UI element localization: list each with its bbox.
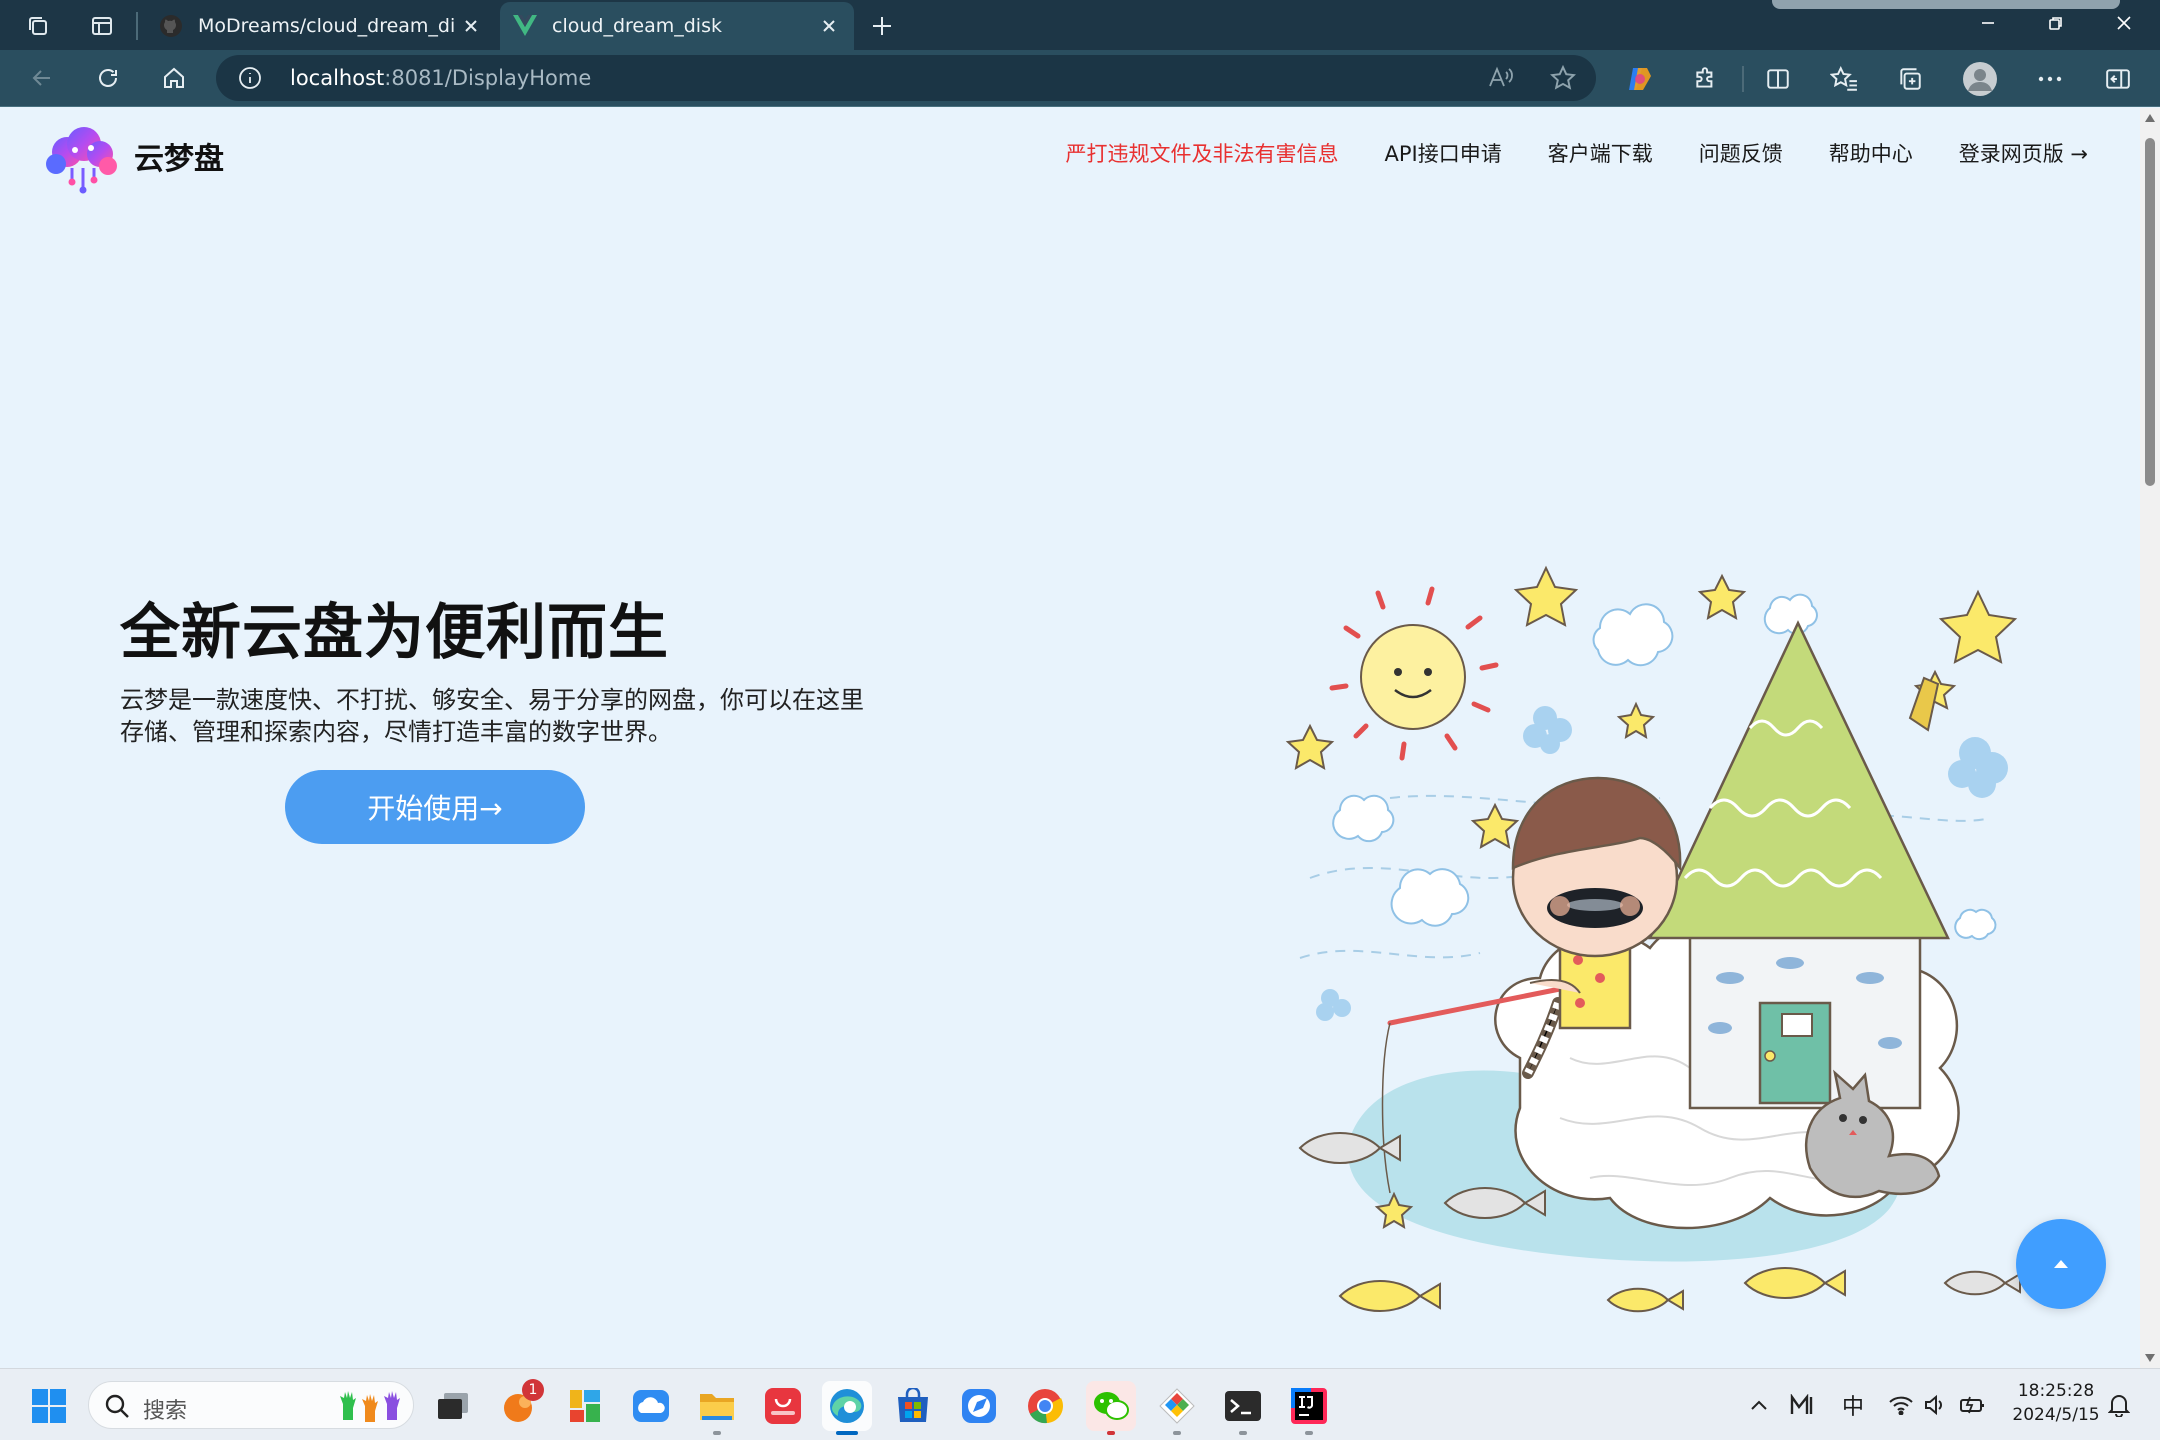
scroll-up-arrow-icon[interactable] (2144, 112, 2156, 124)
wechat-icon[interactable] (1086, 1381, 1136, 1435)
read-aloud-icon[interactable] (1486, 63, 1516, 93)
hero-description-line: 云梦是一款速度快、不打扰、够安全、易于分享的网盘，你可以在这里 (120, 686, 864, 714)
toolbar-divider (1742, 66, 1744, 92)
tab-actions-icon[interactable] (84, 8, 120, 44)
extensions-icon[interactable] (1686, 59, 1726, 99)
windows-taskbar: 搜索 1 中 18:25:28 2024/5/15 (0, 1368, 2160, 1440)
microsoft-store-icon[interactable] (888, 1381, 938, 1431)
hero-illustration (1285, 565, 2021, 1313)
clock-date: 2024/5/15 (2012, 1405, 2100, 1425)
nav-api-link[interactable]: API接口申请 (1384, 138, 1501, 168)
start-menu-icon[interactable] (24, 1381, 74, 1431)
split-screen-icon[interactable] (1758, 59, 1798, 99)
hero-title: 全新云盘为便利而生 (120, 598, 669, 668)
search-highlight-hands-icon (340, 1391, 400, 1422)
collections-icon[interactable] (1890, 59, 1930, 99)
url-text: localhost:8081/DisplayHome (290, 66, 592, 90)
browser-tab-bar: MoDreams/cloud_dream_disk: — cloud_dream… (0, 0, 2160, 50)
new-tab-icon[interactable] (864, 8, 900, 44)
app-diamond-icon[interactable] (1152, 1381, 1202, 1435)
app-compass-icon[interactable] (954, 1381, 1004, 1431)
tab-title: cloud_dream_disk (552, 15, 722, 37)
notification-badge: 1 (522, 1379, 544, 1401)
tab-github[interactable]: MoDreams/cloud_dream_disk: — (146, 2, 496, 50)
vue-icon (512, 13, 538, 39)
nav-client-download-link[interactable]: 客户端下载 (1548, 138, 1653, 168)
copilot-icon[interactable] (1620, 59, 1660, 99)
cloud-logo-icon[interactable] (42, 124, 124, 194)
more-menu-icon[interactable] (2030, 59, 2070, 99)
nav-feedback-link[interactable]: 问题反馈 (1699, 138, 1783, 168)
browser-toolbar: localhost:8081/DisplayHome (0, 50, 2160, 107)
sidebar-toggle-icon[interactable] (2098, 59, 2138, 99)
favorite-star-icon[interactable] (1548, 63, 1578, 93)
search-icon (105, 1394, 129, 1418)
minimize-icon[interactable] (1954, 0, 2022, 46)
intellij-idea-icon[interactable] (1284, 1381, 1334, 1435)
page-viewport: 云梦盘 严打违规文件及非法有害信息 API接口申请 客户端下载 问题反馈 帮助中… (0, 108, 2140, 1368)
yellow-fish-decoration (1338, 1267, 1846, 1313)
edge-browser-icon[interactable] (822, 1381, 872, 1435)
address-bar[interactable]: localhost:8081/DisplayHome (216, 55, 1596, 101)
huawei-app-gallery-icon[interactable] (758, 1381, 808, 1431)
terminal-icon[interactable] (1218, 1381, 1268, 1435)
restore-icon[interactable] (2022, 0, 2090, 46)
battery-icon[interactable] (1956, 1387, 1990, 1423)
task-view-icon[interactable] (428, 1381, 478, 1431)
github-icon (158, 13, 184, 39)
clock-time: 18:25:28 (2017, 1381, 2095, 1401)
site-info-icon[interactable] (236, 64, 264, 92)
profile-avatar[interactable] (1960, 59, 2000, 99)
back-arrow-icon[interactable] (22, 58, 62, 98)
close-window-icon[interactable] (2090, 0, 2158, 46)
taskbar-search[interactable]: 搜索 (88, 1381, 414, 1429)
nav-login-link[interactable]: 登录网页版 → (1959, 138, 2088, 168)
back-to-top-button[interactable] (2016, 1219, 2106, 1309)
app-m-tray-icon[interactable] (1786, 1387, 1820, 1423)
chrome-icon[interactable] (1020, 1381, 1070, 1431)
workspaces-icon[interactable] (20, 8, 56, 44)
hero-description: 云梦是一款速度快、不打扰、够安全、易于分享的网盘，你可以在这里 存储、管理和探索… (120, 684, 880, 748)
home-icon[interactable] (154, 58, 194, 98)
page-scrollbar[interactable] (2140, 108, 2160, 1368)
show-hidden-icons-chevron-up-icon[interactable] (1742, 1387, 1776, 1423)
close-tab-icon[interactable] (814, 11, 844, 41)
scroll-down-arrow-icon[interactable] (2144, 1352, 2156, 1364)
tab-cloud-dream-disk[interactable]: cloud_dream_disk (500, 2, 854, 50)
notification-center-icon[interactable] (2104, 1387, 2134, 1423)
volume-icon[interactable] (1920, 1387, 1950, 1423)
start-using-button[interactable]: 开始使用→ (285, 770, 585, 844)
tab-title: MoDreams/cloud_dream_disk: — (198, 15, 456, 37)
brand-name[interactable]: 云梦盘 (134, 134, 224, 178)
file-explorer-icon[interactable] (692, 1381, 742, 1435)
onedrive-cloud-icon[interactable] (626, 1381, 676, 1431)
ime-indicator[interactable]: 中 (1836, 1387, 1870, 1423)
nav-help-link[interactable]: 帮助中心 (1829, 138, 1913, 168)
caret-up-icon (2054, 1260, 2068, 1268)
wifi-icon[interactable] (1884, 1387, 1918, 1423)
close-tab-icon[interactable] (456, 11, 486, 41)
sun-icon (1329, 586, 1499, 761)
search-placeholder: 搜索 (143, 1399, 188, 1424)
nav-warning-link[interactable]: 严打违规文件及非法有害信息 (1065, 138, 1338, 168)
refresh-icon[interactable] (88, 58, 128, 98)
app-orange-icon[interactable]: 1 (494, 1379, 544, 1431)
hero-description-line: 存储、管理和探索内容，尽情打造丰富的数字世界。 (120, 718, 672, 746)
tab-divider (136, 12, 138, 40)
favorites-icon[interactable] (1824, 59, 1864, 99)
scrollbar-thumb[interactable] (2145, 138, 2155, 486)
top-navigation: 严打违规文件及非法有害信息 API接口申请 客户端下载 问题反馈 帮助中心 登录… (1065, 138, 2088, 168)
app-colorful-icon[interactable] (560, 1381, 610, 1431)
system-clock[interactable]: 18:25:28 2024/5/15 (2006, 1379, 2106, 1427)
